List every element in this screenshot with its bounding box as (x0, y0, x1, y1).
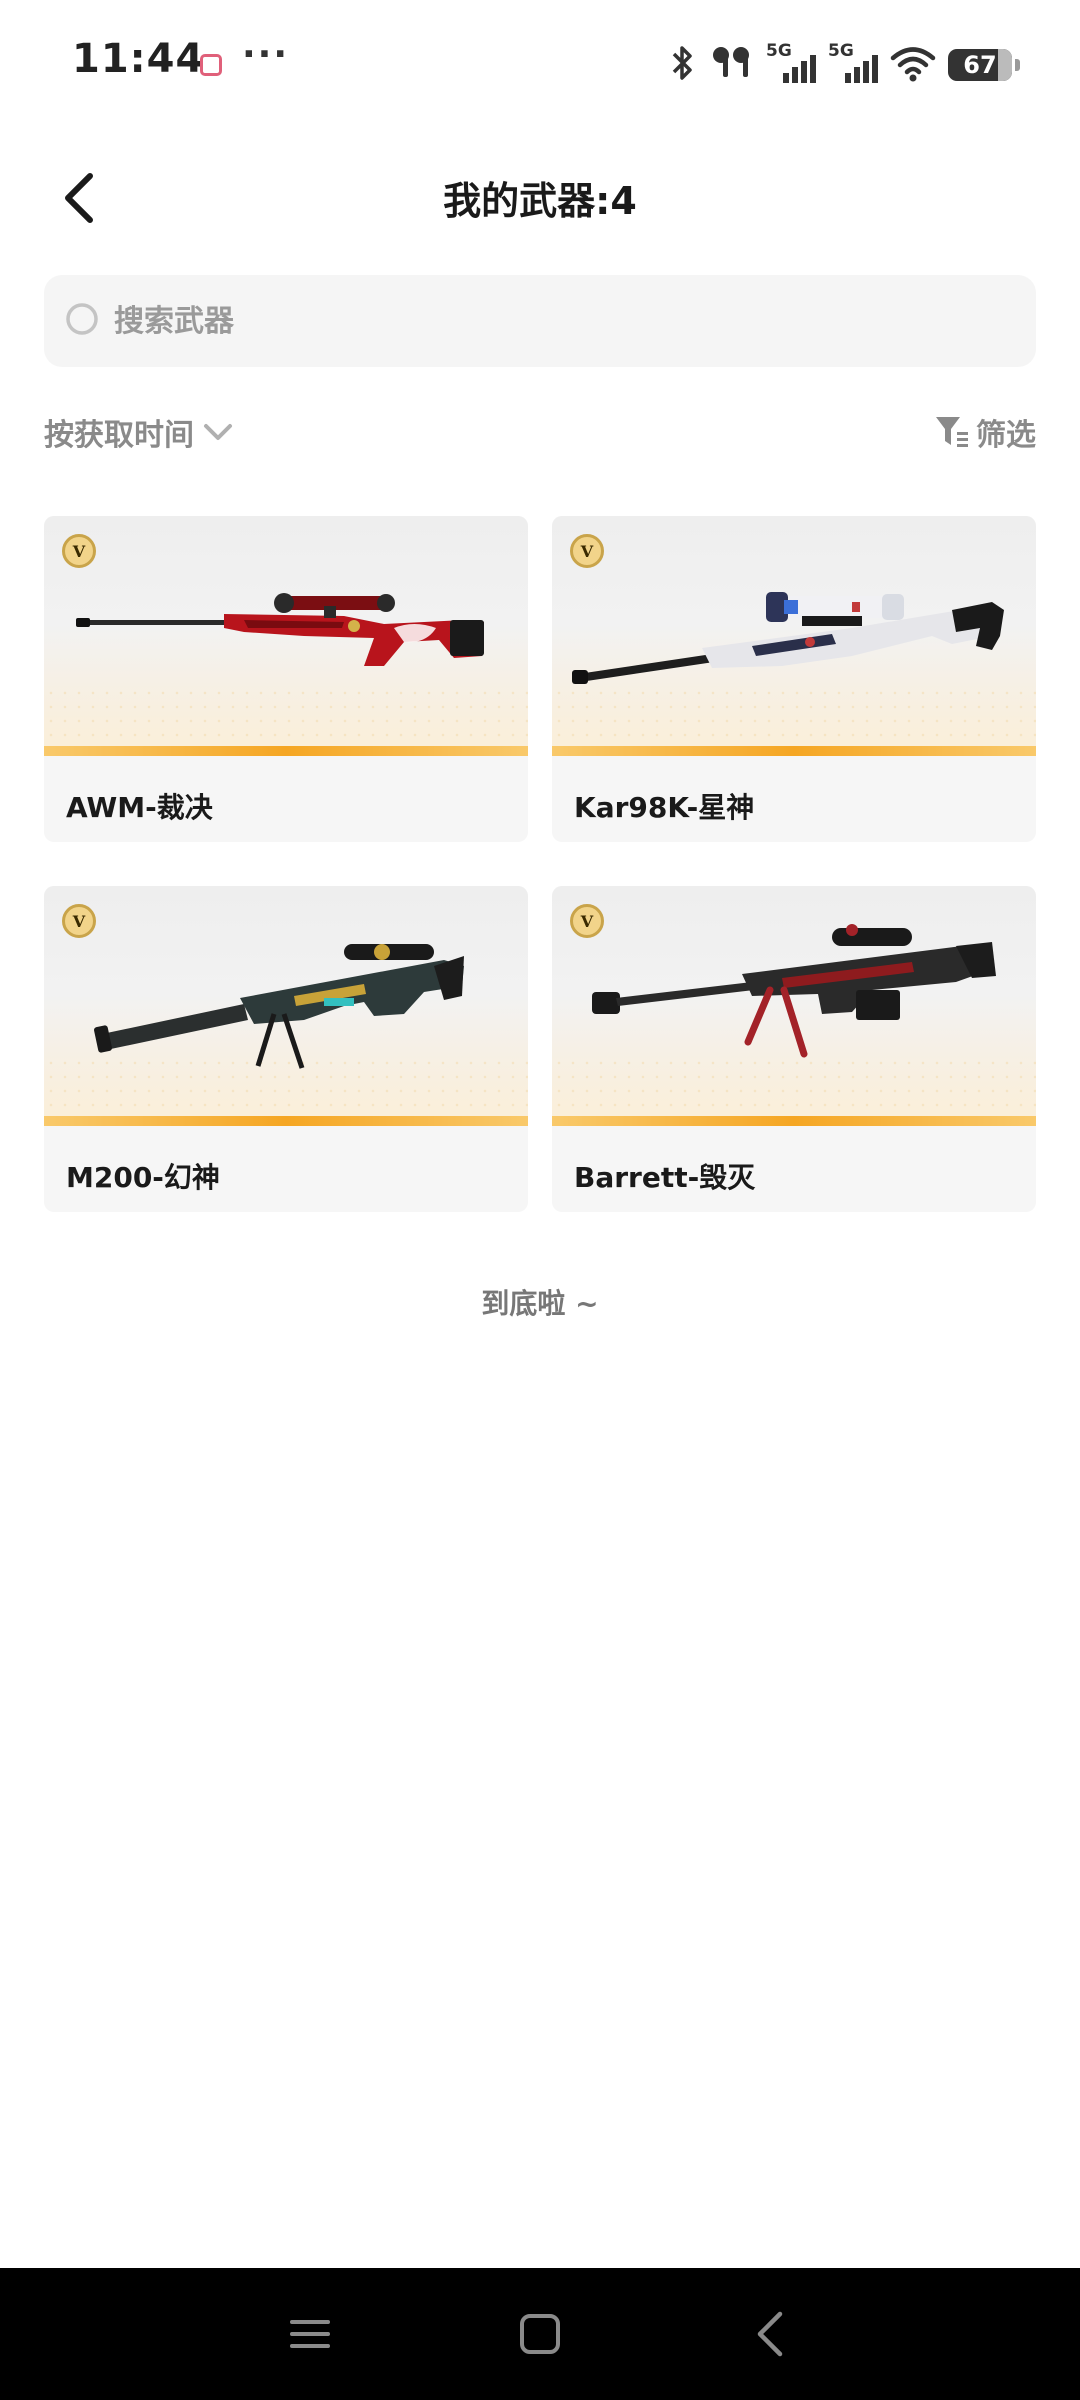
weapon-grid: V AWM-裁决 V Kar98K-星神 V M200-幻神 V Barrett… (44, 516, 1036, 1212)
rarity-strip (552, 746, 1036, 756)
rarity-strip (552, 1116, 1036, 1126)
search-icon (64, 301, 104, 341)
weapon-card[interactable]: V Kar98K-星神 (552, 516, 1036, 842)
back-triangle-icon (757, 2311, 783, 2357)
rarity-strip (44, 1116, 528, 1126)
weapon-image-area: V (552, 516, 1036, 756)
search-box[interactable] (44, 275, 1036, 367)
wifi-icon (890, 43, 936, 87)
nav-back-button[interactable] (740, 2304, 800, 2364)
home-square-icon (520, 2314, 560, 2354)
weapon-m200-image (94, 944, 464, 1069)
search-input[interactable] (114, 303, 914, 339)
rarity-badge-label: V (580, 911, 594, 931)
signal-1-icon: 5G (766, 41, 816, 87)
rarity-badge: V (570, 904, 604, 938)
sort-dropdown[interactable]: 按获取时间 (44, 410, 234, 454)
weapon-image-area: V (44, 886, 528, 1126)
weapon-card[interactable]: V AWM-裁决 (44, 516, 528, 842)
nav-home-button[interactable] (510, 2304, 570, 2364)
battery-icon: 67 (948, 49, 1020, 81)
page-header: 我的武器:4 (0, 150, 1080, 246)
filter-label: 筛选 (976, 418, 1036, 453)
menu-icon (290, 2320, 330, 2348)
status-bar: 11:44 ··· 5G 5G 67 (0, 0, 1080, 128)
weapon-name: M200-幻神 (66, 1161, 220, 1194)
weapon-barrett-image (592, 924, 996, 1058)
rarity-badge-label: V (72, 911, 86, 931)
end-of-list-hint: 到底啦 ~ (481, 1287, 599, 1320)
rarity-badge: V (570, 534, 604, 568)
more-notifications-icon: ··· (242, 34, 290, 75)
filter-button[interactable]: 筛选 (934, 410, 1036, 454)
weapon-name: Barrett-毁灭 (574, 1161, 756, 1194)
weapon-card[interactable]: V M200-幻神 (44, 886, 528, 1212)
weapon-card[interactable]: V Barrett-毁灭 (552, 886, 1036, 1212)
status-icons: 5G 5G 67 (668, 40, 1020, 90)
signal-2-icon: 5G (828, 41, 878, 87)
earbuds-icon (710, 43, 754, 87)
filter-icon (936, 417, 968, 447)
weapon-kar98k-image (572, 592, 1004, 684)
system-nav-bar (0, 2268, 1080, 2400)
notification-app-icon (200, 54, 222, 76)
sort-label: 按获取时间 (44, 418, 194, 453)
weapon-name: AWM-裁决 (66, 791, 213, 824)
page-title: 我的武器:4 (443, 179, 637, 223)
chevron-down-icon (204, 424, 232, 440)
rarity-badge-label: V (580, 541, 594, 561)
rarity-badge-label: V (72, 541, 86, 561)
rarity-badge: V (62, 534, 96, 568)
weapon-image-area: V (44, 516, 528, 756)
bluetooth-icon (668, 43, 698, 87)
weapon-awm-image (76, 593, 484, 666)
sort-filter-bar: 按获取时间 筛选 (44, 410, 1036, 460)
rarity-strip (44, 746, 528, 756)
nav-menu-button[interactable] (280, 2304, 340, 2364)
weapon-image-area: V (552, 886, 1036, 1126)
status-time: 11:44 (72, 36, 205, 82)
weapon-name: Kar98K-星神 (574, 791, 755, 824)
battery-level: 67 (963, 51, 997, 79)
rarity-badge: V (62, 904, 96, 938)
